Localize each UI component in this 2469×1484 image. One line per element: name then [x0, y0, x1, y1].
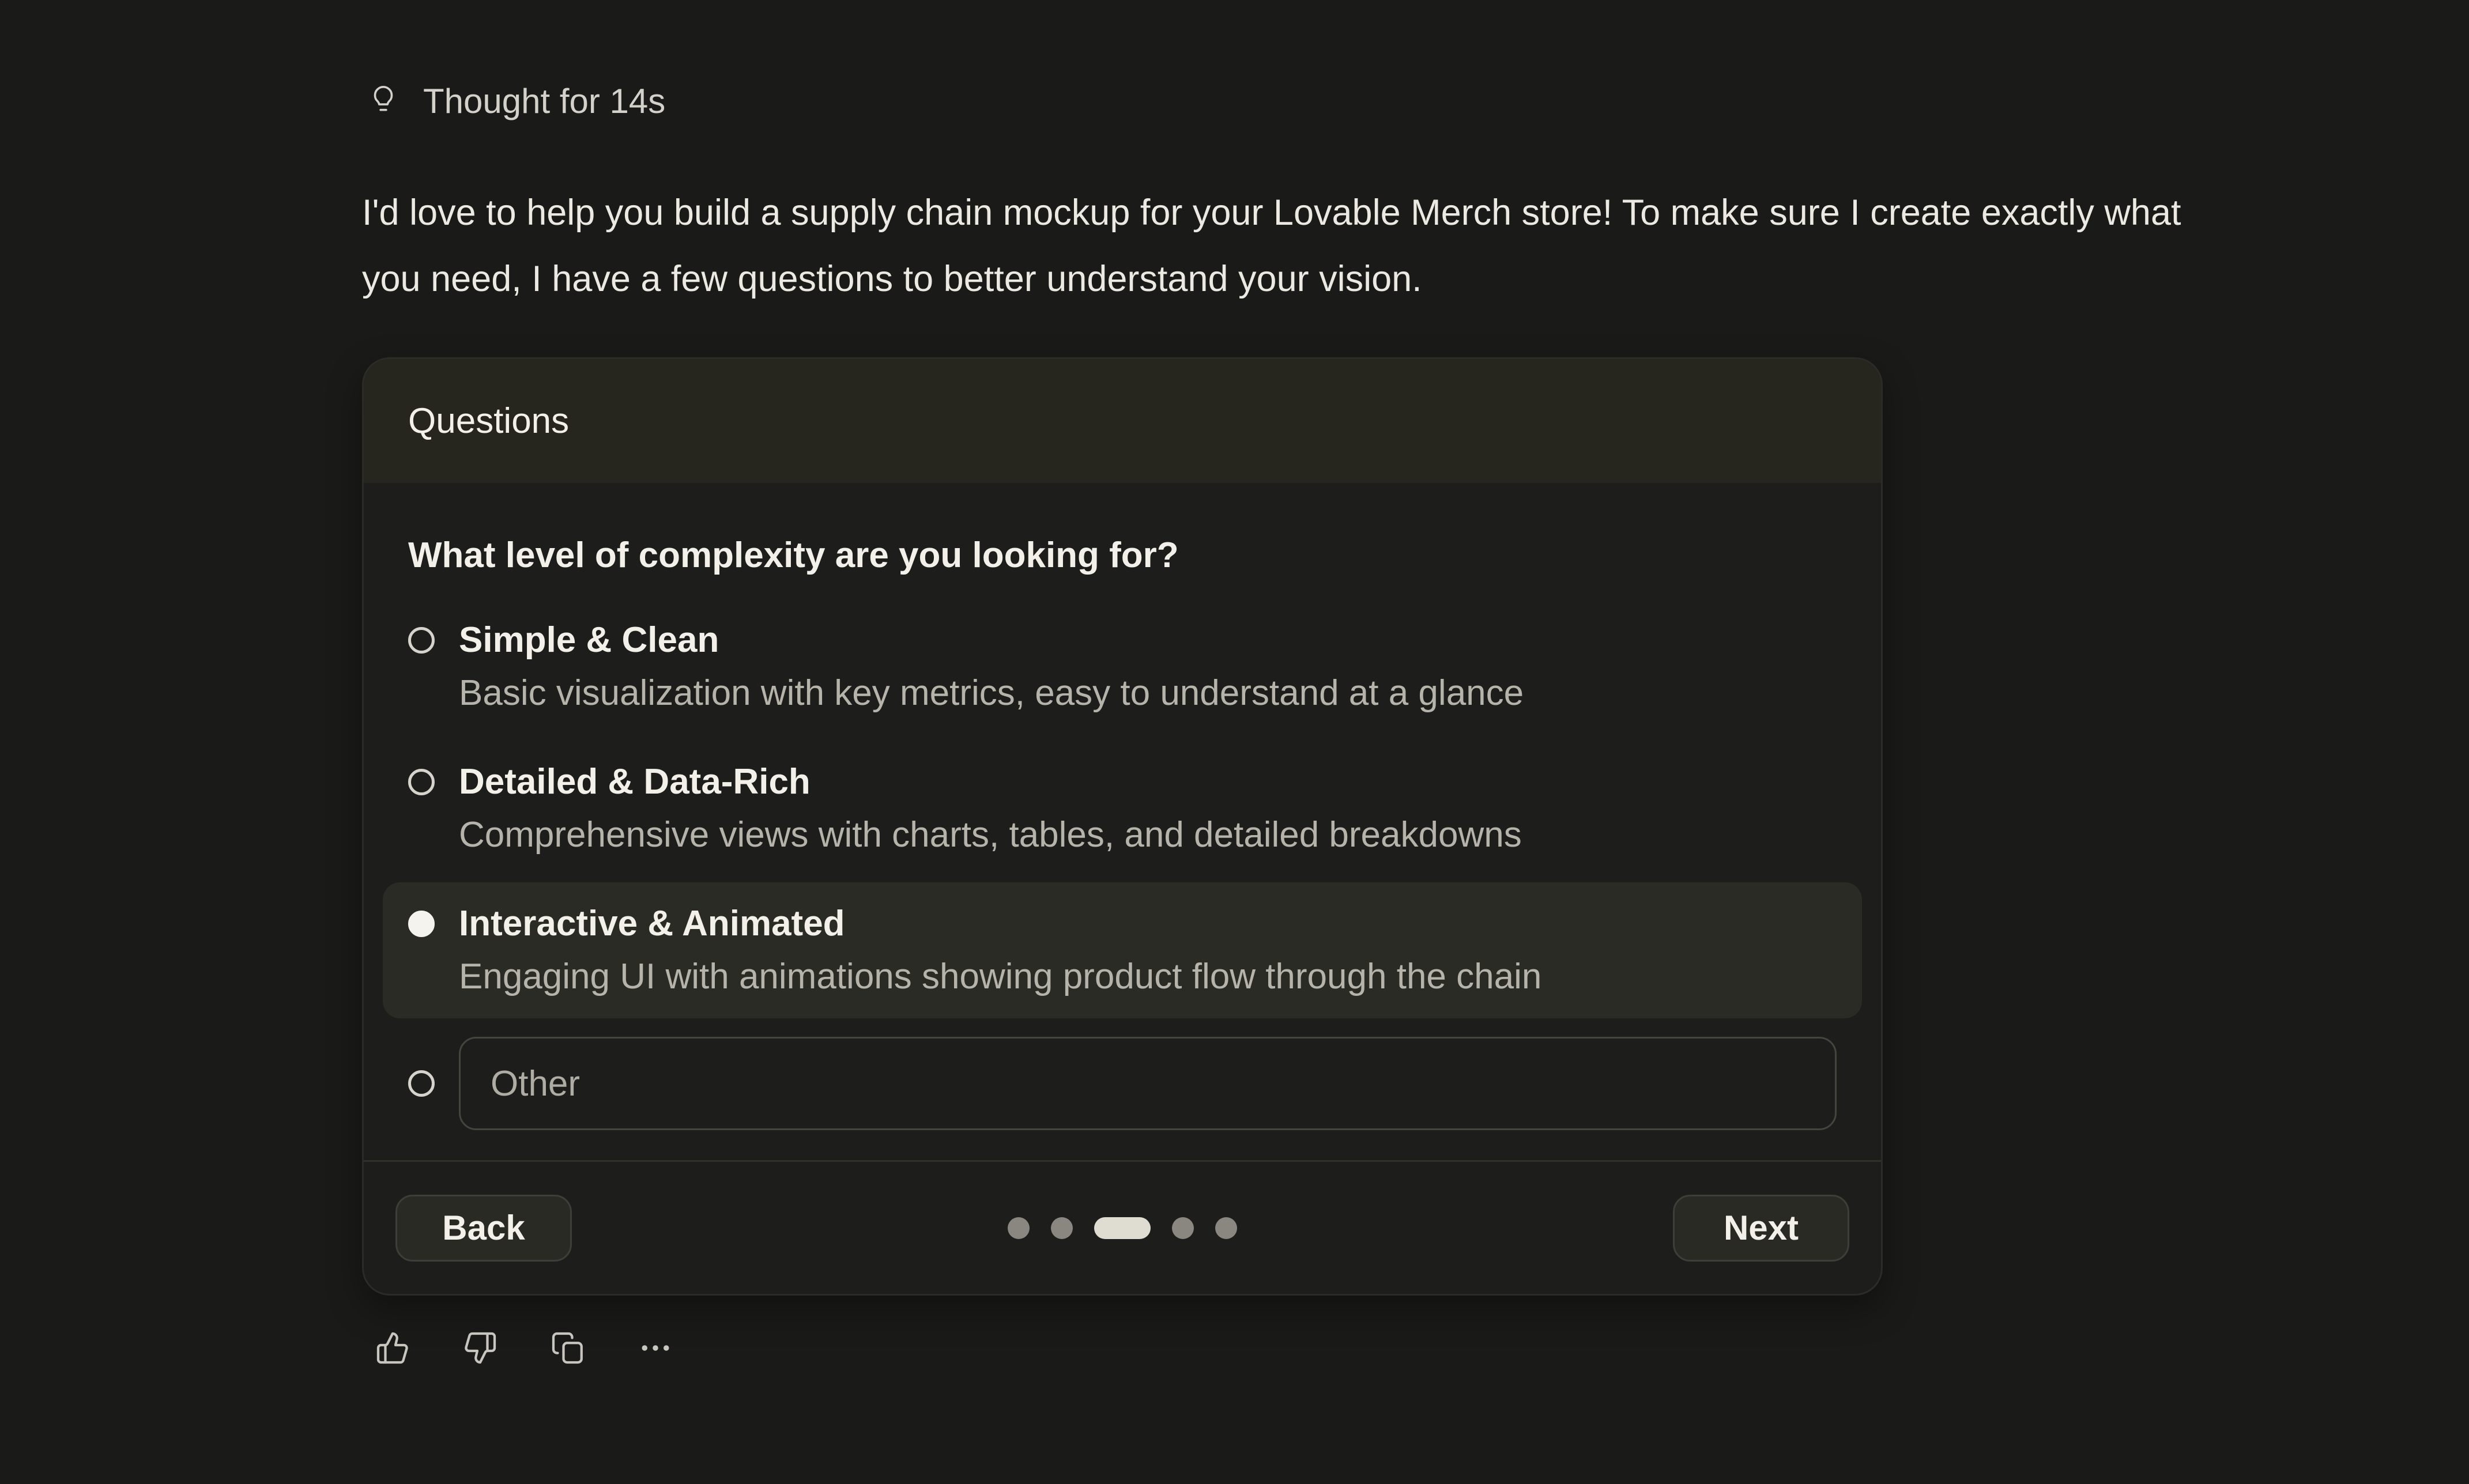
thumbs-down-button[interactable]: [462, 1326, 498, 1370]
card-title: Questions: [408, 401, 569, 441]
thumbs-up-button[interactable]: [375, 1326, 410, 1370]
lightbulb-icon: [367, 80, 400, 122]
questions-card: Questions What level of complexity are y…: [362, 357, 1883, 1296]
card-body: What level of complexity are you looking…: [364, 483, 1881, 1160]
thumbs-up-icon: [375, 1331, 410, 1365]
back-button[interactable]: Back: [395, 1195, 572, 1262]
assistant-message: I'd love to help you build a supply chai…: [362, 180, 2195, 312]
radio-other-icon[interactable]: [408, 1070, 435, 1097]
option-simple-clean[interactable]: Simple & Clean Basic visualization with …: [383, 599, 1862, 735]
option-label: Simple & Clean: [459, 614, 1524, 667]
option-other[interactable]: [383, 1024, 1862, 1143]
progress-dot: [1172, 1217, 1194, 1239]
thought-label: Thought for 14s: [423, 81, 665, 121]
card-footer: Back Next: [364, 1160, 1881, 1294]
option-interactive-animated[interactable]: Interactive & Animated Engaging UI with …: [383, 882, 1862, 1018]
option-description: Comprehensive views with charts, tables,…: [459, 809, 1522, 862]
card-header: Questions: [364, 359, 1881, 483]
message-actions: [375, 1326, 673, 1370]
option-description: Engaging UI with animations showing prod…: [459, 950, 1541, 1003]
option-detailed-data-rich[interactable]: Detailed & Data-Rich Comprehensive views…: [383, 741, 1862, 877]
copy-icon: [551, 1331, 585, 1365]
options-list: Simple & Clean Basic visualization with …: [383, 599, 1862, 1149]
copy-button[interactable]: [550, 1326, 586, 1370]
radio-selected-icon[interactable]: [408, 911, 435, 937]
question-text: What level of complexity are you looking…: [408, 535, 1837, 576]
more-options-button[interactable]: [638, 1326, 673, 1370]
thumbs-down-icon: [463, 1331, 497, 1365]
more-options-icon: [638, 1331, 673, 1365]
progress-dot: [1051, 1217, 1073, 1239]
next-button[interactable]: Next: [1673, 1195, 1849, 1262]
progress-dot-active: [1094, 1217, 1151, 1239]
progress-dot: [1215, 1217, 1237, 1239]
radio-unselected-icon[interactable]: [408, 627, 435, 654]
option-label: Interactive & Animated: [459, 897, 1541, 950]
option-label: Detailed & Data-Rich: [459, 756, 1522, 809]
option-description: Basic visualization with key metrics, ea…: [459, 667, 1524, 720]
progress-dots: [1008, 1217, 1237, 1239]
radio-unselected-icon[interactable]: [408, 769, 435, 795]
thought-summary[interactable]: Thought for 14s: [367, 80, 665, 122]
progress-dot: [1008, 1217, 1030, 1239]
other-input[interactable]: [459, 1037, 1837, 1130]
